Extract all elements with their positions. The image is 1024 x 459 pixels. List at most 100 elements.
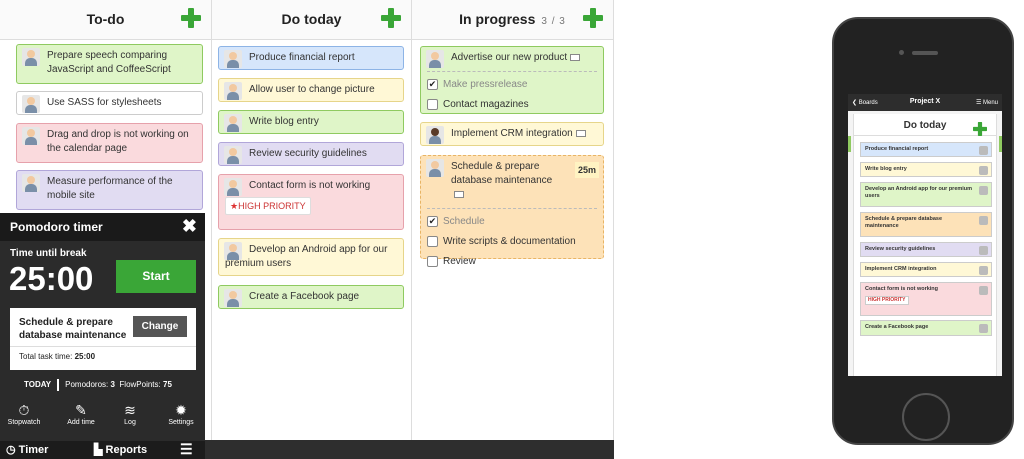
checkbox-icon[interactable] [427, 99, 438, 110]
flowpoints-count: 75 [163, 380, 172, 390]
task-card[interactable]: Write blog entry [218, 110, 404, 134]
avatar [979, 186, 988, 195]
avatar [22, 127, 40, 145]
task-card[interactable]: Drag and drop is not working on the cale… [16, 123, 203, 163]
add-card-icon[interactable] [381, 8, 401, 28]
divider [57, 379, 60, 391]
task-card[interactable]: Advertise our new product ✔ Make pressrel… [420, 46, 604, 114]
add-card-icon[interactable] [583, 8, 603, 28]
avatar [224, 178, 242, 196]
wip-count: 3 / 3 [541, 16, 566, 27]
column-header: Do today [212, 0, 411, 40]
task-card[interactable]: Contact form is not working HIGH PRIORIT… [218, 174, 404, 230]
tab-label: Reports [105, 444, 148, 456]
card-text: Develop an Android app for our premium u… [865, 186, 973, 199]
column-title-text: In progress [459, 11, 536, 27]
checklist-item[interactable]: Write scripts & documentation [427, 235, 576, 249]
report-icon: ▙ [94, 444, 103, 456]
avatar [979, 146, 988, 155]
current-task-box: Schedule & prepare database maintenance … [10, 308, 196, 370]
phone-card[interactable]: Create a Facebook page [860, 320, 992, 336]
card-text: Review security guidelines [249, 148, 367, 159]
avatar [22, 95, 40, 113]
checklist-item[interactable]: Contact magazines [427, 98, 597, 112]
avatar [426, 126, 444, 144]
phone-card[interactable]: Review security guidelines [860, 242, 992, 257]
phone-card[interactable]: Write blog entry [860, 162, 992, 177]
note-icon [575, 129, 586, 137]
checklist-icon [570, 53, 581, 61]
task-card[interactable]: Develop an Android app for our premium u… [218, 238, 404, 276]
task-card[interactable]: Review security guidelines [218, 142, 404, 166]
tab-reports[interactable]: ▙ Reports [94, 443, 147, 456]
card-text: Create a Facebook page [865, 324, 929, 330]
card-text: Produce financial report [865, 146, 929, 152]
home-button[interactable] [902, 393, 950, 441]
next-column-edge [999, 136, 1002, 152]
checkbox-checked-icon[interactable]: ✔ [427, 79, 438, 90]
task-card[interactable]: Prepare speech comparing JavaScript and … [16, 44, 203, 84]
card-text: Prepare speech comparing JavaScript and … [47, 50, 171, 75]
prev-column-edge [848, 136, 851, 152]
card-text: Drag and drop is not working on the cale… [47, 129, 189, 154]
change-task-button[interactable]: Change [133, 316, 187, 337]
task-card[interactable]: Implement CRM integration [420, 122, 604, 146]
checklist-item[interactable]: ✔ Make pressrelease [427, 78, 597, 92]
task-card[interactable]: Allow user to change picture [218, 78, 404, 102]
task-card[interactable]: Create a Facebook page [218, 285, 404, 309]
checkbox-checked-icon[interactable]: ✔ [427, 216, 438, 227]
card-text: Implement CRM integration [865, 266, 937, 272]
avatar [426, 159, 444, 177]
card-text: Allow user to change picture [249, 84, 375, 95]
card-text: Create a Facebook page [249, 291, 360, 302]
checkbox-icon[interactable] [427, 236, 438, 247]
phone-card[interactable]: Develop an Android app for our premium u… [860, 182, 992, 207]
checklist-icon [454, 190, 464, 198]
start-button[interactable]: Start [116, 260, 196, 293]
tool-label: Log [124, 419, 136, 426]
today-stats: TODAY Pomodoros: 3 FlowPoints: 75 [24, 379, 172, 391]
avatar [979, 286, 988, 295]
add-time-button[interactable]: ✎ Add time [57, 401, 105, 426]
phone-card[interactable]: Schedule & prepare database maintenance [860, 212, 992, 237]
edit-icon: ✎ [75, 402, 87, 418]
card-text: Write blog entry [865, 166, 907, 172]
column-header: To-do [0, 0, 211, 40]
avatar [979, 216, 988, 225]
task-card[interactable]: Use SASS for stylesheets [16, 91, 203, 115]
menu-icon[interactable]: ☰ [180, 441, 193, 458]
current-task-name: Schedule & prepare database maintenance [19, 317, 127, 341]
total-label: Total task time: [19, 352, 73, 361]
tab-timer[interactable]: ◷ Timer [6, 443, 48, 456]
pomodoro-footer: ◷ Timer ▙ Reports ☰ [0, 441, 205, 459]
task-card[interactable]: Measure performance of the mobile site [16, 170, 203, 210]
checklist-label: Contact magazines [443, 99, 529, 110]
phone-card[interactable]: Implement CRM integration [860, 262, 992, 277]
checklist-item[interactable]: ✔ Schedule [427, 215, 563, 229]
add-card-icon[interactable] [181, 8, 201, 28]
menu-button[interactable]: ☰ Menu [976, 99, 998, 106]
timer-display: 25:00 [9, 260, 94, 297]
column-title: To-do [86, 11, 125, 27]
log-button[interactable]: ≋ Log [106, 401, 154, 426]
divider [427, 71, 597, 72]
card-text: Develop an Android app for our premium u… [225, 244, 388, 269]
checkbox-icon[interactable] [427, 256, 438, 267]
settings-button[interactable]: ✹ Settings [157, 401, 205, 426]
avatar [224, 146, 242, 164]
checklist-item[interactable]: Review [427, 255, 563, 269]
phone-mockup: ❮ Boards Project X ☰ Menu Do today Produ… [832, 17, 1014, 445]
task-card[interactable]: Produce financial report [218, 46, 404, 70]
task-card-active[interactable]: 25m Schedule & prepare database maintena… [420, 155, 604, 267]
card-text: Write blog entry [249, 116, 319, 127]
phone-card[interactable]: Contact form is not working HIGH PRIORITY [860, 282, 992, 316]
add-card-icon[interactable] [973, 122, 987, 136]
clock-icon: ◷ [6, 444, 16, 456]
close-icon[interactable]: ✖ [182, 216, 197, 237]
speaker-icon [912, 51, 938, 55]
divider [10, 346, 196, 347]
tab-label: Timer [18, 444, 49, 456]
phone-card[interactable]: Produce financial report [860, 142, 992, 157]
stopwatch-button[interactable]: ⏱ Stopwatch [0, 401, 48, 426]
card-title: Implement CRM integration [451, 128, 573, 139]
